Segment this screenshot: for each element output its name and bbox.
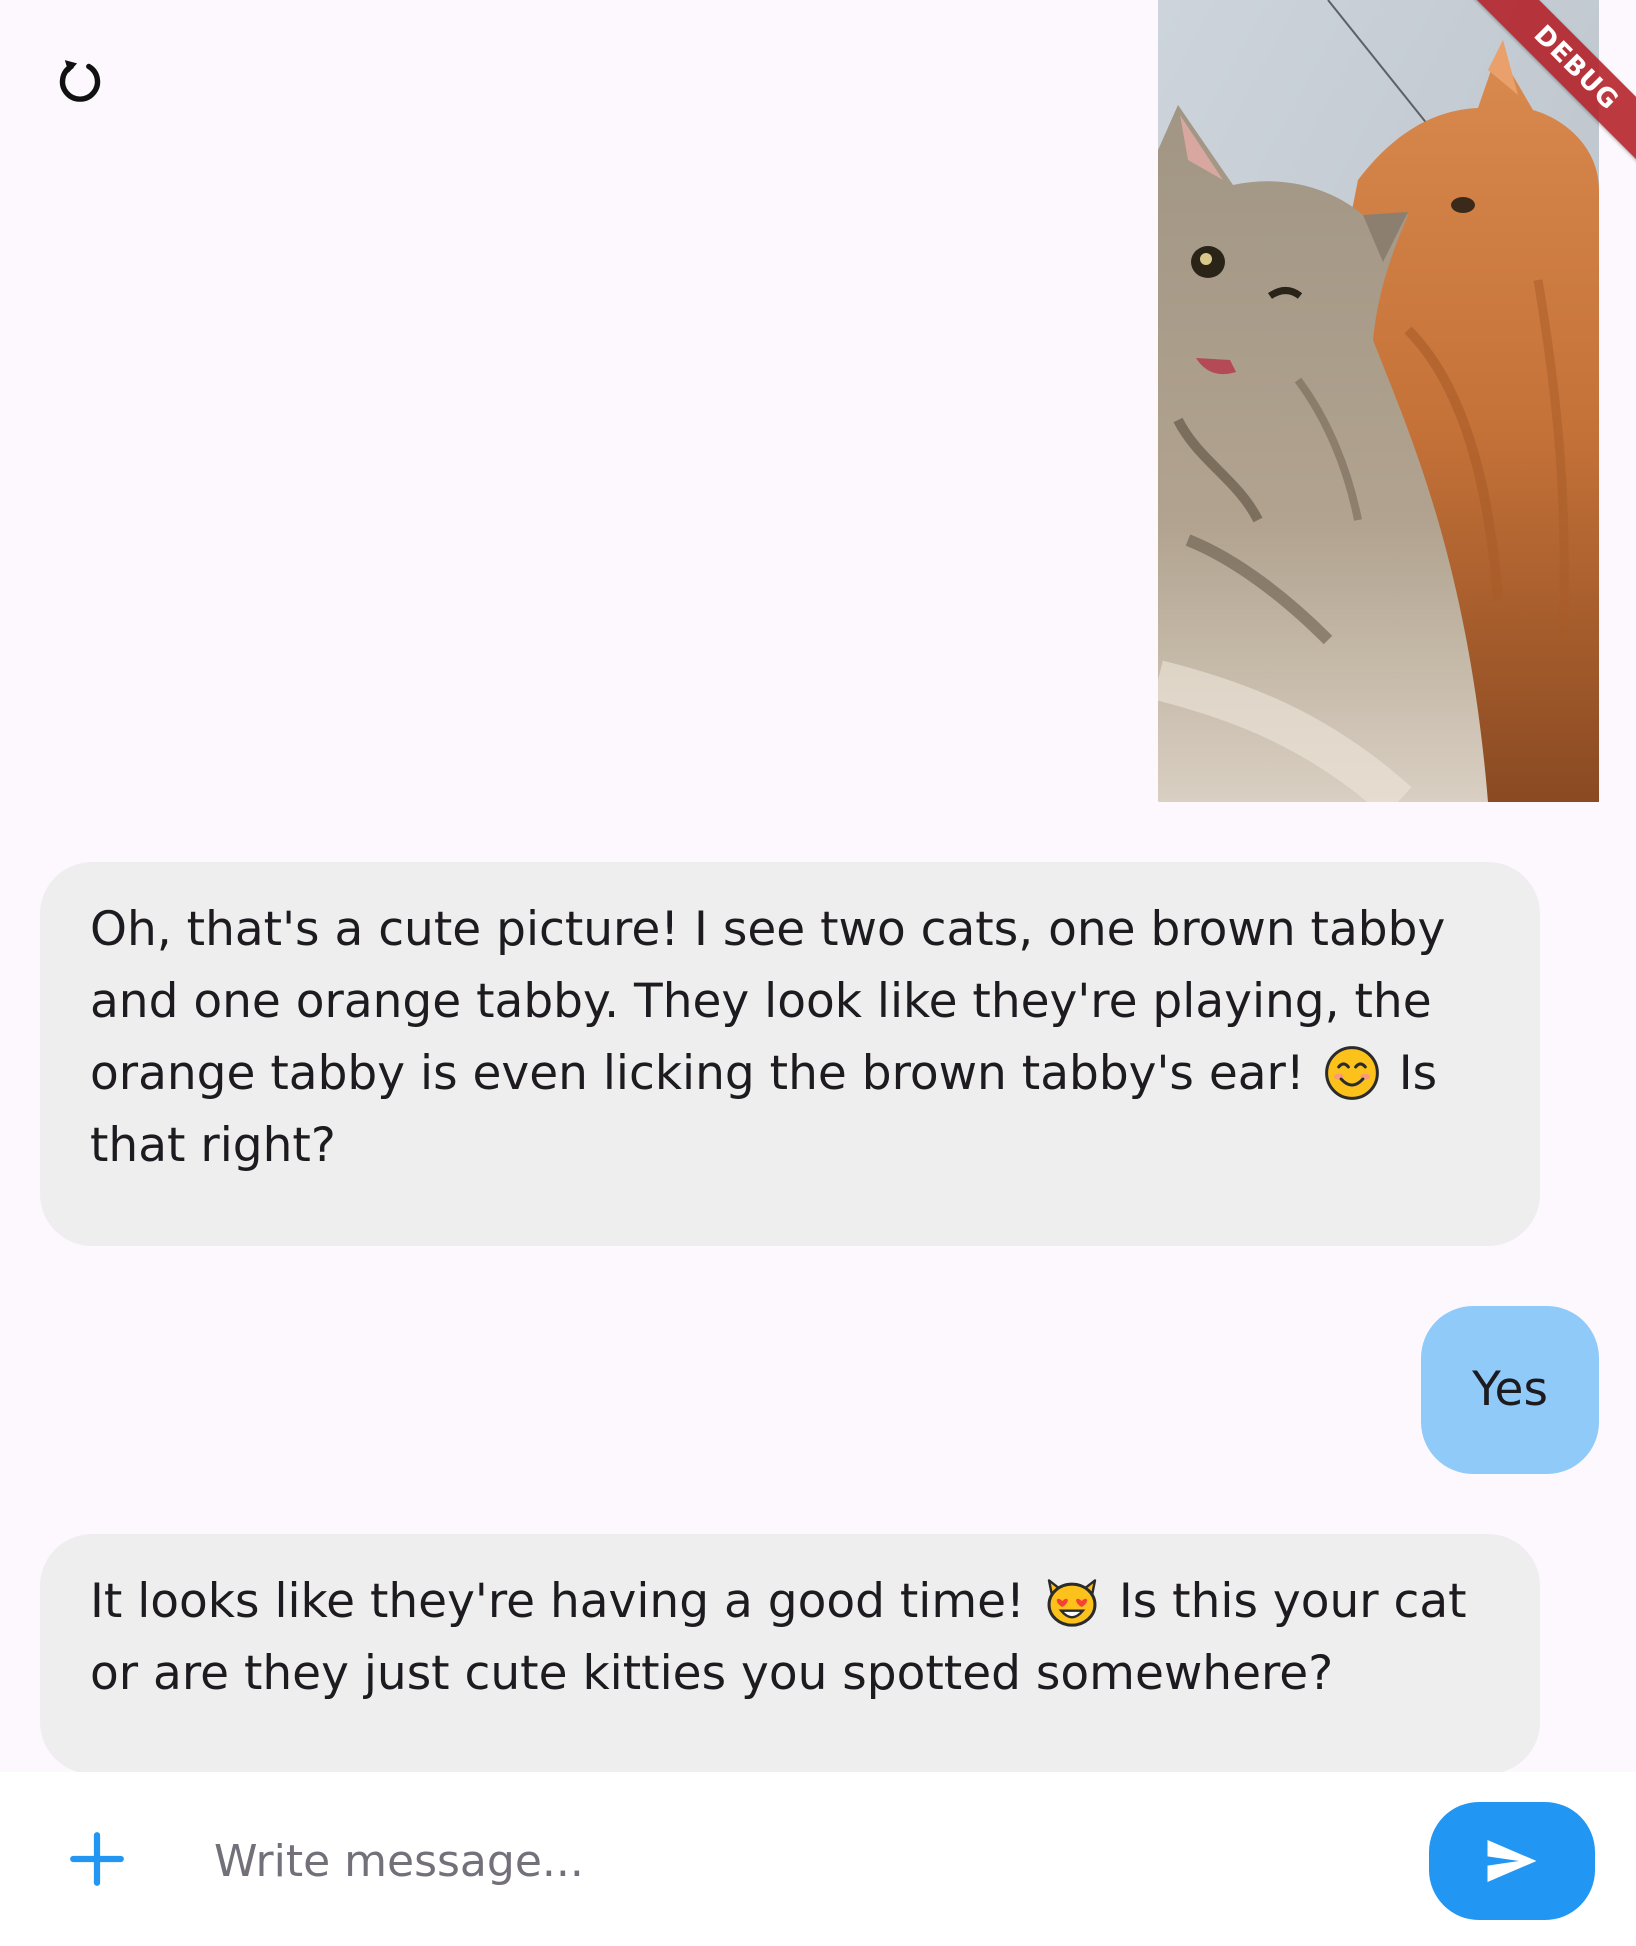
attach-button[interactable] <box>60 1814 134 1904</box>
assistant-message: It looks like they're having a good time… <box>40 1534 1540 1774</box>
reset-icon <box>59 60 101 102</box>
smiling-face-icon <box>1323 1044 1381 1102</box>
send-icon <box>1487 1840 1537 1882</box>
heart-eyes-cat-icon <box>1043 1572 1101 1630</box>
message-input[interactable] <box>212 1816 1396 1906</box>
assistant-message: Oh, that's a cute picture! I see two cat… <box>40 862 1540 1246</box>
message-text: It looks like they're having a good time… <box>90 1574 1025 1629</box>
cat-photo-message[interactable] <box>1158 0 1599 802</box>
reset-button[interactable] <box>44 44 116 116</box>
user-message: Yes <box>1421 1306 1599 1474</box>
message-text: Yes <box>1472 1362 1548 1417</box>
cat-photo <box>1158 0 1599 802</box>
send-button[interactable] <box>1429 1802 1595 1920</box>
message-composer <box>0 1772 1636 1946</box>
message-text: Oh, that's a cute picture! I see two cat… <box>90 902 1446 1101</box>
plus-icon <box>70 1832 124 1886</box>
